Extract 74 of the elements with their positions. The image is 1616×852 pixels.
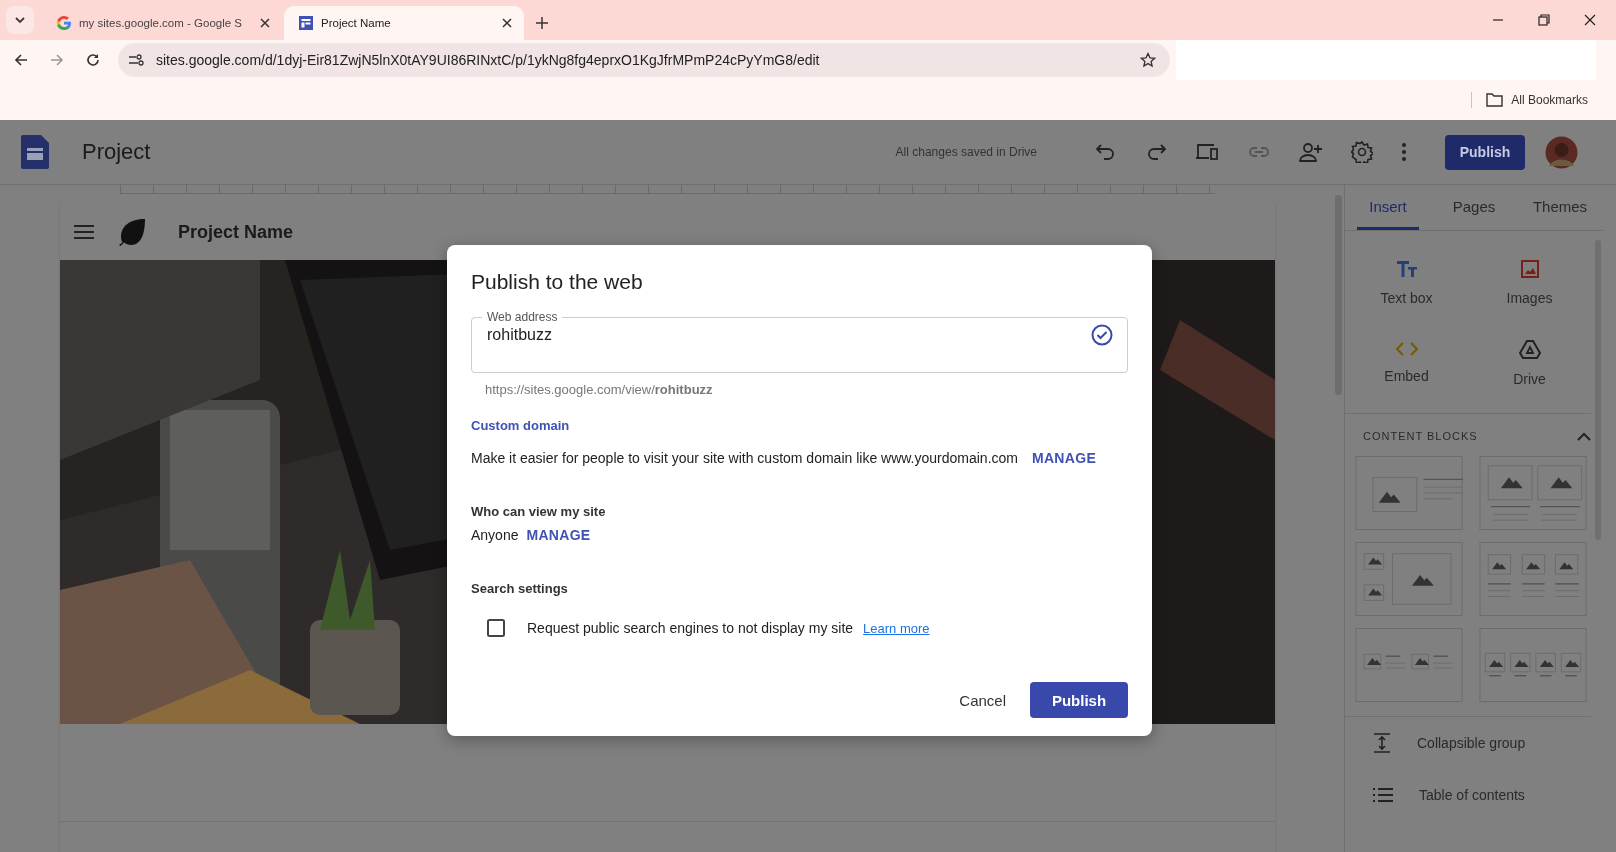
site-name[interactable]: Project Name xyxy=(178,221,294,243)
bookmarks-folder[interactable]: All Bookmarks xyxy=(1486,93,1588,107)
layout-thumbnail[interactable] xyxy=(1355,628,1463,702)
text-icon xyxy=(1395,260,1418,278)
tab-title: my sites.google.com - Google S xyxy=(79,17,243,29)
code-icon xyxy=(1395,342,1418,356)
publish-button[interactable]: Publish xyxy=(1445,134,1525,170)
forward-icon[interactable] xyxy=(50,53,64,67)
sites-logo-icon[interactable] xyxy=(21,135,49,169)
insert-item[interactable]: Collapsible group xyxy=(1345,717,1591,769)
layout-thumbnail[interactable] xyxy=(1479,542,1587,616)
cancel-button[interactable]: Cancel xyxy=(951,683,1014,717)
section-heading: Who can view my site xyxy=(471,504,607,519)
save-status: All changes saved in Drive xyxy=(895,145,1037,159)
address-bar[interactable]: sites.google.com/d/1dyj-Eir81ZwjN5lnX0tAY9UI86RINxtC/p/1ykNg8fg4eprxO1KgJfrMPmP24cPyYmG8/edit xyxy=(118,43,1170,77)
close-icon[interactable] xyxy=(260,18,270,28)
insert-item[interactable]: Embed xyxy=(1345,323,1468,403)
site-title[interactable]: Project xyxy=(82,139,151,165)
star-icon[interactable] xyxy=(1140,52,1156,68)
publish-button[interactable]: Publish xyxy=(1030,682,1128,718)
reload-icon[interactable] xyxy=(86,53,100,67)
close-icon[interactable] xyxy=(502,18,512,28)
section-heading: Custom domain xyxy=(471,418,571,433)
more-icon[interactable] xyxy=(1401,142,1407,162)
manage-link[interactable]: MANAGE xyxy=(1032,450,1097,466)
undo-icon[interactable] xyxy=(1095,141,1117,163)
url-text: sites.google.com/d/1dyj-Eir81ZwjN5lnX0tAY9UI86RINxtC/p/1ykNg8fg4eprxO1KgJfrMPmP24cPyYmG8/edit xyxy=(156,52,821,68)
drive-icon xyxy=(1518,339,1541,359)
menu-icon[interactable] xyxy=(74,225,94,239)
tab-title: Project Name xyxy=(321,17,392,29)
dialog-title: Publish to the web xyxy=(471,270,644,294)
google-icon xyxy=(56,15,72,31)
layout-thumbnail[interactable] xyxy=(1355,542,1463,616)
layout-thumbnail[interactable] xyxy=(1479,628,1587,702)
checkbox[interactable] xyxy=(487,619,505,637)
browser-tab[interactable]: my sites.google.com - Google S xyxy=(42,6,282,40)
browser-tab[interactable]: Project Name xyxy=(284,6,524,40)
section-heading: CONTENT BLOCKS xyxy=(1363,430,1478,442)
collapse-icon[interactable] xyxy=(1577,431,1591,441)
insert-item[interactable]: Images xyxy=(1468,243,1591,323)
leaf-icon xyxy=(118,218,146,246)
list-icon xyxy=(1373,788,1393,802)
layout-thumbnail[interactable] xyxy=(1355,456,1463,530)
add-person-icon[interactable] xyxy=(1299,141,1323,163)
panel-tab[interactable]: Pages xyxy=(1443,185,1505,230)
avatar[interactable] xyxy=(1545,135,1578,169)
expand-vertical-icon xyxy=(1373,733,1391,753)
web-address-field[interactable]: Web address rohitbuzz xyxy=(471,310,1128,373)
panel-tab[interactable]: Insert xyxy=(1357,185,1419,230)
folder-icon xyxy=(1486,93,1504,107)
settings-icon[interactable] xyxy=(1351,141,1373,163)
sites-icon xyxy=(298,15,314,31)
manage-link[interactable]: MANAGE xyxy=(526,527,591,543)
tab-search-button[interactable] xyxy=(6,6,34,34)
layout-thumbnail[interactable] xyxy=(1479,456,1587,530)
custom-domain-description: Make it easier for people to visit your site with custom domain like www.yourdomain.com xyxy=(471,450,1018,466)
insert-item[interactable]: Table of contents xyxy=(1345,769,1591,821)
back-icon[interactable] xyxy=(14,53,28,67)
section-heading: Search settings xyxy=(471,581,569,596)
site-url: https://sites.google.com/view/rohitbuzz xyxy=(485,382,714,397)
redo-icon[interactable] xyxy=(1145,141,1167,163)
panel-tab[interactable]: Themes xyxy=(1529,185,1591,230)
insert-item[interactable]: Drive xyxy=(1468,323,1591,403)
devices-icon[interactable] xyxy=(1195,141,1219,163)
new-tab-icon[interactable] xyxy=(536,17,548,29)
restore-icon[interactable] xyxy=(1538,14,1550,26)
site-settings-icon[interactable] xyxy=(128,53,144,67)
chevron-down-icon xyxy=(15,16,25,24)
image-icon xyxy=(1520,260,1539,278)
close-icon[interactable] xyxy=(1584,14,1596,26)
learn-more-link[interactable]: Learn more xyxy=(863,620,930,636)
visibility-value: Anyone xyxy=(471,527,519,543)
insert-item[interactable]: Text box xyxy=(1345,243,1468,323)
checkbox-label: Request public search engines to not display my site xyxy=(527,620,854,636)
